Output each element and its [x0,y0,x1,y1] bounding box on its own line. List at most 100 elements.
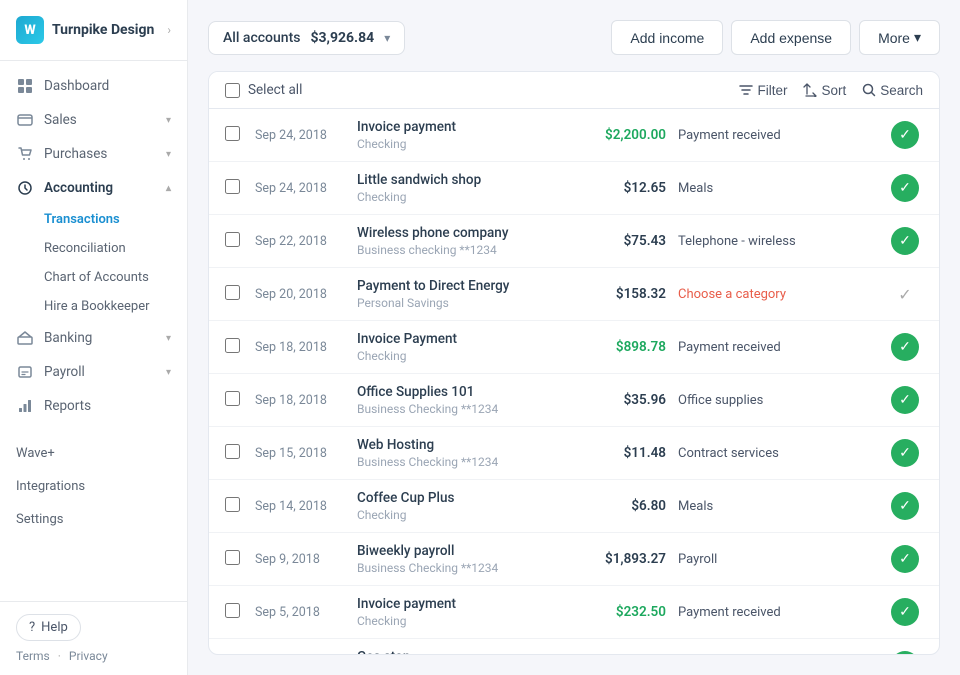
table-row: Sep 18, 2018 Invoice Payment Checking $8… [209,321,939,374]
row-name[interactable]: Little sandwich shop [357,172,554,188]
dropdown-chevron-icon: ▾ [384,31,390,45]
search-icon [862,83,876,97]
sidebar-item-label: Reports [44,398,91,414]
row-category: Meals [678,499,875,514]
row-amount: $6.80 [566,498,666,514]
sidebar-item-settings[interactable]: Settings [16,505,171,534]
sidebar-item-hire-bookkeeper[interactable]: Hire a Bookkeeper [44,292,187,321]
row-checkbox[interactable] [225,179,243,198]
row-checkbox-input[interactable] [225,338,240,353]
row-checkbox-input[interactable] [225,444,240,459]
row-checkbox-input[interactable] [225,285,240,300]
row-status: ✓ [887,121,923,149]
row-checkbox[interactable] [225,550,243,569]
row-checkbox-input[interactable] [225,550,240,565]
row-checkbox[interactable] [225,232,243,251]
sidebar-item-chart-of-accounts[interactable]: Chart of Accounts [44,263,187,292]
sales-icon [16,112,34,128]
sidebar-item-purchases[interactable]: Purchases ▾ [0,137,187,171]
add-expense-button[interactable]: Add expense [731,20,851,55]
sidebar-item-integrations[interactable]: Integrations [16,472,171,501]
status-check-icon: ✓ [891,598,919,626]
privacy-link[interactable]: Privacy [69,649,108,663]
row-description: Invoice Payment Checking [357,331,554,363]
sort-button[interactable]: Sort [803,83,846,98]
sidebar-item-sales[interactable]: Sales ▾ [0,103,187,137]
help-button[interactable]: ? Help [16,614,81,641]
row-checkbox[interactable] [225,444,243,463]
row-name[interactable]: Wireless phone company [357,225,554,241]
status-check-icon: ✓ [891,545,919,573]
row-checkbox-input[interactable] [225,497,240,512]
more-button[interactable]: More ▾ [859,20,940,55]
search-label: Search [880,83,923,98]
sidebar-sub-label: Reconciliation [44,241,126,256]
add-income-button[interactable]: Add income [611,20,723,55]
row-checkbox[interactable] [225,497,243,516]
row-date: Sep 22, 2018 [255,234,345,249]
row-checkbox-input[interactable] [225,232,240,247]
more-label: More [878,30,910,46]
table-row: Sep 3, 2018 Gas stop Checking $70.00 Tra… [209,639,939,655]
top-bar: All accounts $3,926.84 ▾ Add income Add … [208,20,940,55]
status-check-icon: ✓ [891,439,919,467]
row-name[interactable]: Payment to Direct Energy [357,278,554,294]
row-name[interactable]: Invoice payment [357,596,554,612]
account-balance: $3,926.84 [310,30,374,46]
sidebar-item-banking[interactable]: Banking ▾ [0,321,187,355]
chevron-down-icon: ▾ [166,115,171,126]
row-status: ✓ [887,174,923,202]
table-row: Sep 18, 2018 Office Supplies 101 Busines… [209,374,939,427]
row-checkbox-input[interactable] [225,603,240,618]
row-checkbox[interactable] [225,126,243,145]
row-account: Checking [357,614,554,628]
row-name[interactable]: Coffee Cup Plus [357,490,554,506]
row-checkbox[interactable] [225,603,243,622]
row-status: ✓ [887,545,923,573]
row-category: Contract services [678,446,875,461]
row-description: Invoice payment Checking [357,596,554,628]
payroll-icon [16,364,34,380]
filter-button[interactable]: Filter [739,83,787,98]
sidebar-item-reconciliation[interactable]: Reconciliation [44,234,187,263]
terms-link[interactable]: Terms [16,649,50,663]
row-account: Business checking **1234 [357,243,554,257]
sidebar-item-transactions[interactable]: Transactions [44,205,187,234]
row-name[interactable]: Gas stop [357,649,554,655]
sidebar-item-payroll[interactable]: Payroll ▾ [0,355,187,389]
sidebar-item-reports[interactable]: Reports [0,389,187,423]
select-all-checkbox[interactable] [225,83,240,98]
row-checkbox-input[interactable] [225,126,240,141]
help-icon: ? [29,620,35,635]
table-row: Sep 9, 2018 Biweekly payroll Business Ch… [209,533,939,586]
accounting-icon [16,180,34,196]
main-content: All accounts $3,926.84 ▾ Add income Add … [188,0,960,675]
row-name[interactable]: Invoice Payment [357,331,554,347]
row-checkbox-input[interactable] [225,391,240,406]
row-name[interactable]: Biweekly payroll [357,543,554,559]
sidebar-item-dashboard[interactable]: Dashboard [0,69,187,103]
sidebar-item-wave-plus[interactable]: Wave+ [16,439,171,468]
row-name[interactable]: Web Hosting [357,437,554,453]
row-checkbox-input[interactable] [225,179,240,194]
row-checkbox[interactable] [225,391,243,410]
top-bar-actions: Add income Add expense More ▾ [611,20,940,55]
table-header-actions: Filter Sort Search [739,83,923,98]
row-account: Personal Savings [357,296,554,310]
status-check-icon: ✓ [891,651,919,655]
transaction-rows: Sep 24, 2018 Invoice payment Checking $2… [209,109,939,655]
account-selector[interactable]: All accounts $3,926.84 ▾ [208,21,405,55]
row-checkbox[interactable] [225,285,243,304]
row-name[interactable]: Invoice payment [357,119,554,135]
sidebar-item-accounting[interactable]: Accounting ▴ [0,171,187,205]
row-category[interactable]: Choose a category [678,287,875,302]
select-all-label[interactable]: Select all [225,82,302,98]
row-category: Payment received [678,605,875,620]
row-checkbox[interactable] [225,338,243,357]
row-status: ✓ [887,598,923,626]
sidebar-logo[interactable]: W Turnpike Design › [0,0,187,61]
sidebar-sub-label: Chart of Accounts [44,270,149,285]
table-row: Sep 14, 2018 Coffee Cup Plus Checking $6… [209,480,939,533]
row-name[interactable]: Office Supplies 101 [357,384,554,400]
search-button[interactable]: Search [862,83,923,98]
